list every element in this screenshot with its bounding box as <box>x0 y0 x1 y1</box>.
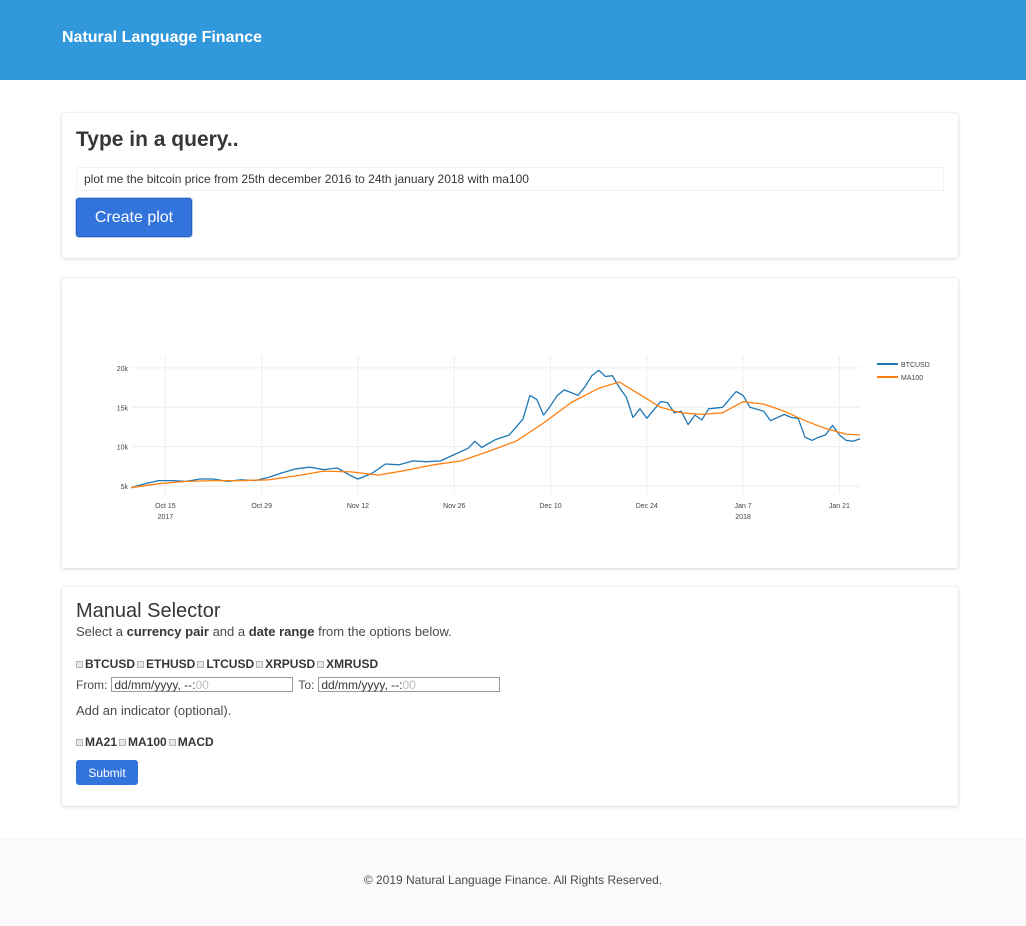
from-date-input[interactable]: dd/mm/yyyy, --: 00 <box>111 677 294 692</box>
x-tick-label: Nov 12 <box>347 503 369 510</box>
from-date-placeholder: dd/mm/yyyy, --: <box>114 677 196 692</box>
desc-part-3: from the options below. <box>314 624 452 639</box>
label-ethusd[interactable]: ETHUSD <box>146 657 195 671</box>
checkbox-ma21[interactable] <box>76 738 83 746</box>
to-date-placeholder: dd/mm/yyyy, --: <box>321 677 403 692</box>
legend-label-ma100: MA100 <box>901 375 923 382</box>
brand-title[interactable]: Natural Language Finance <box>62 29 262 47</box>
checkbox-ltcusd[interactable] <box>197 660 205 668</box>
create-plot-button[interactable]: Create plot <box>76 198 192 237</box>
desc-currency-pair: currency pair <box>126 624 209 639</box>
copyright-text: © 2019 Natural Language Finance. All Rig… <box>363 873 663 887</box>
label-ma100[interactable]: MA100 <box>128 735 167 749</box>
to-label: To: <box>298 677 315 692</box>
x-tick-label: Jan 21 <box>829 503 850 510</box>
indicator-hint: Add an indicator (optional). <box>76 703 232 718</box>
legend-label-btcusd: BTCUSD <box>901 362 930 369</box>
footer: © 2019 Natural Language Finance. All Rig… <box>0 838 1026 926</box>
x-tick-label: Dec 10 <box>539 503 561 510</box>
x-tick-label: Oct 29 <box>251 503 272 510</box>
to-time-placeholder: 00 <box>402 677 416 692</box>
desc-part-1: Select a <box>76 624 127 639</box>
query-input[interactable] <box>76 167 944 191</box>
from-label: From: <box>76 677 108 692</box>
checkbox-xrpusd[interactable] <box>256 660 264 668</box>
checkbox-ethusd[interactable] <box>137 660 144 668</box>
navbar: Natural Language Finance <box>0 0 1026 80</box>
series-line-ma100 <box>130 381 861 489</box>
date-range-row: From: dd/mm/yyyy, --: 00 To: dd/mm/yyyy, … <box>76 677 505 692</box>
series-line-btcusd <box>130 369 861 489</box>
y-tick-label: 15k <box>117 405 129 412</box>
x-tick-label: Jan 7 <box>735 503 752 510</box>
indicator-options: MA21 MA100 MACD <box>76 735 216 749</box>
label-xmrusd[interactable]: XMRUSD <box>326 657 378 671</box>
checkbox-ma100[interactable] <box>119 738 127 746</box>
to-date-input[interactable]: dd/mm/yyyy, --: 00 <box>318 677 501 692</box>
x-tick-label: Oct 15 <box>155 503 176 510</box>
x-tick-sublabel: 2017 <box>158 514 174 521</box>
label-xrpusd[interactable]: XRPUSD <box>265 657 315 671</box>
manual-title: Manual Selector <box>76 600 221 622</box>
plot-card: 5k 10k 15k 20k Oct 15 2017 Oct 29 Nov 12 Nov 26 D… <box>62 278 958 568</box>
label-ma21[interactable]: MA21 <box>85 735 117 749</box>
submit-button[interactable]: Submit <box>76 760 138 785</box>
label-btcusd[interactable]: BTCUSD <box>85 657 135 671</box>
desc-date-range: date range <box>248 624 315 639</box>
label-ltcusd[interactable]: LTCUSD <box>206 657 254 671</box>
price-chart[interactable]: 5k 10k 15k 20k Oct 15 2017 Oct 29 Nov 12 Nov 26 D… <box>62 278 958 568</box>
from-time-placeholder: 00 <box>195 677 209 692</box>
x-tick-label: Dec 24 <box>636 503 658 510</box>
y-tick-label: 5k <box>121 484 129 491</box>
query-title: Type in a query.. <box>76 128 239 151</box>
checkbox-btcusd[interactable] <box>76 660 83 668</box>
checkbox-xmrusd[interactable] <box>317 660 325 668</box>
currency-pair-options: BTCUSD ETHUSD LTCUSD XRPUSD XMRUSD <box>76 657 380 671</box>
checkbox-macd[interactable] <box>168 738 176 746</box>
y-tick-label: 10k <box>117 445 129 452</box>
manual-selector-card: Manual Selector Select a currency pair a… <box>62 587 958 806</box>
label-macd[interactable]: MACD <box>178 735 214 749</box>
x-tick-sublabel: 2018 <box>735 514 751 521</box>
manual-description: Select a currency pair and a date range … <box>76 624 452 639</box>
x-tick-label: Nov 26 <box>443 503 465 510</box>
query-card: Type in a query.. Create plot <box>62 113 958 258</box>
desc-part-2: and a <box>208 624 249 639</box>
y-tick-label: 20k <box>117 366 129 373</box>
